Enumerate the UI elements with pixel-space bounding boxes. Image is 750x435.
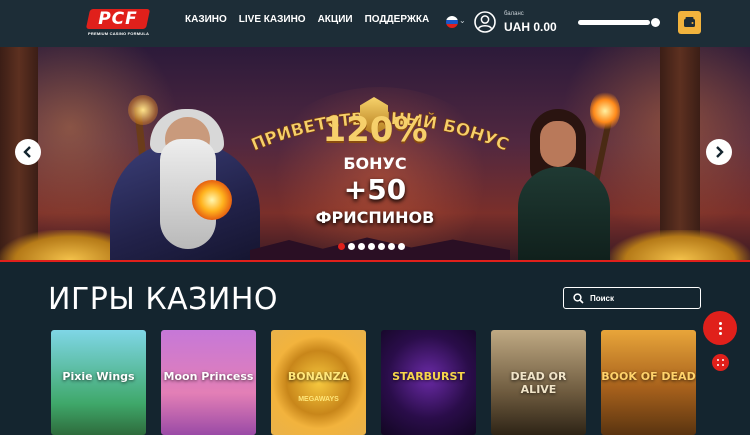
magic-orb	[192, 180, 232, 220]
search-icon	[573, 293, 584, 304]
logo[interactable]: PCF PREMIUM CASINO FORMULA	[85, 9, 151, 37]
game-title: STARBURST	[392, 370, 465, 383]
game-tile[interactable]: BOOK OF DEAD	[601, 330, 696, 435]
chevron-down-icon[interactable]: ⌄	[459, 15, 466, 27]
torch-fire	[590, 91, 620, 131]
game-tile[interactable]: BONANZA MEGAWAYS	[271, 330, 366, 435]
logo-text: PCF	[98, 9, 138, 29]
more-options-button[interactable]	[703, 311, 737, 345]
game-tile[interactable]: Moon Princess	[161, 330, 256, 435]
top-header: PCF PREMIUM CASINO FORMULA КАЗИНО LIVE К…	[0, 0, 750, 47]
games-title: ИГРЫ КАЗИНО	[48, 282, 279, 317]
chevron-right-icon	[716, 146, 724, 158]
gold-pile	[610, 230, 750, 260]
chevron-left-icon	[23, 146, 31, 158]
search-box[interactable]	[563, 287, 701, 309]
wallet-icon	[684, 17, 695, 27]
nav-live-casino[interactable]: LIVE КАЗИНО	[239, 13, 306, 27]
game-title: Pixie Wings	[62, 370, 135, 383]
promo-free: +50	[343, 173, 407, 206]
casino-page: PCF PREMIUM CASINO FORMULA КАЗИНО LIVE К…	[0, 0, 750, 435]
balance-value: UAH 0.00	[504, 20, 557, 34]
slide-dot[interactable]	[368, 243, 375, 250]
dice-icon[interactable]	[712, 354, 729, 371]
balance-label: баланс	[504, 11, 524, 17]
promo-spins: ФРИСПИНОВ	[315, 208, 435, 227]
nav-casino[interactable]: КАЗИНО	[185, 13, 227, 27]
game-title: Moon Princess	[163, 370, 254, 383]
slide-dot[interactable]	[378, 243, 385, 250]
banner-prev-button[interactable]	[15, 139, 41, 165]
game-tile[interactable]: Pixie Wings	[51, 330, 146, 435]
game-subtitle: MEGAWAYS	[298, 396, 339, 403]
banner-divider	[0, 260, 750, 262]
more-dot	[719, 322, 722, 325]
logo-subtitle: PREMIUM CASINO FORMULA	[88, 31, 150, 36]
game-tile[interactable]: STARBURST	[381, 330, 476, 435]
search-input[interactable]	[590, 291, 696, 306]
game-title: DEAD OR ALIVE	[510, 370, 567, 396]
slide-dot[interactable]	[398, 243, 405, 250]
wallet-button[interactable]	[678, 11, 701, 34]
balance-toggle[interactable]	[651, 18, 660, 27]
banner-next-button[interactable]	[706, 139, 732, 165]
main-nav: КАЗИНО LIVE КАЗИНО АКЦИИ ПОДДЕРЖКА	[185, 13, 429, 27]
staff-light	[128, 95, 158, 125]
promo-banner[interactable]: ПРИВЕТСТВЕННЫЙ БОНУС 120% БОНУС +50 ФРИС…	[0, 47, 750, 260]
balance-bar	[578, 20, 650, 25]
promo-bonus: БОНУС	[343, 154, 407, 173]
heroine-body	[518, 167, 610, 260]
promo-percent: 120%	[322, 110, 428, 150]
game-tile[interactable]: DEAD OR ALIVE	[491, 330, 586, 435]
more-dot	[719, 327, 722, 330]
user-icon[interactable]	[474, 11, 496, 38]
nav-promotions[interactable]: АКЦИИ	[318, 13, 353, 27]
pillar	[660, 47, 700, 260]
nav-support[interactable]: ПОДДЕРЖКА	[365, 13, 430, 27]
slide-dot[interactable]	[388, 243, 395, 250]
slide-dot[interactable]	[338, 243, 345, 250]
slide-dot[interactable]	[348, 243, 355, 250]
ru-flag-icon[interactable]	[446, 16, 458, 28]
slide-dot[interactable]	[358, 243, 365, 250]
game-title: BONANZA	[287, 370, 350, 383]
game-title: BOOK OF DEAD	[601, 370, 696, 383]
heroine-face	[540, 121, 576, 167]
more-dot	[719, 332, 722, 335]
slide-dots	[338, 243, 405, 250]
